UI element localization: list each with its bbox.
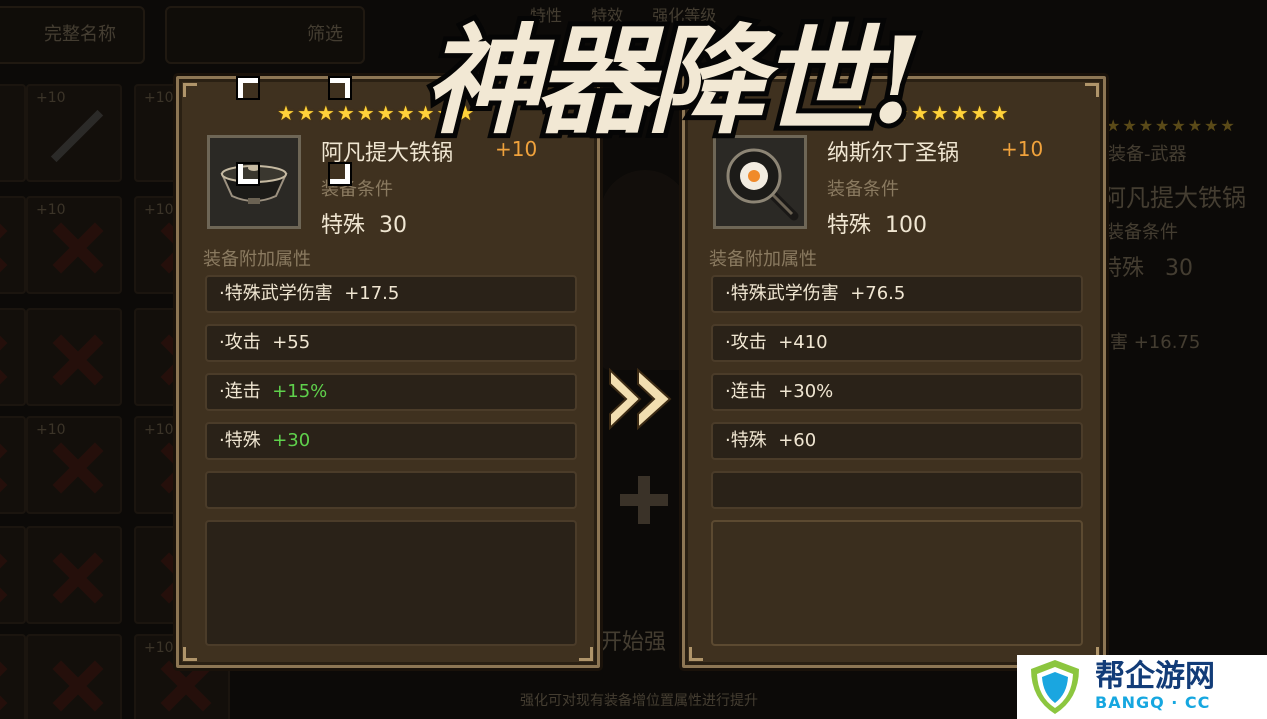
watermark-url: BANGQ · CC — [1095, 693, 1211, 712]
double-arrow-icon — [609, 368, 672, 430]
inventory-slot[interactable] — [0, 526, 26, 624]
watermark-title: 帮企游网 — [1095, 659, 1215, 694]
attribute-value: +76.5 — [850, 283, 906, 304]
description-box — [711, 520, 1083, 646]
focus-bracket — [330, 164, 350, 184]
star-icon: ★ — [316, 101, 335, 125]
inventory-slot[interactable]: +10 — [26, 84, 122, 182]
inventory-slot[interactable] — [0, 196, 26, 294]
slot-level: +10 — [36, 90, 66, 106]
bonus-attribute-list: ·特殊武学伤害 +76.5 ·攻击 +410 ·连击 +30% ·特殊 +60 — [711, 275, 1083, 520]
slot-level: +10 — [144, 640, 174, 656]
headline-text: 神器降世! — [423, 11, 917, 150]
attribute-name: ·连击 — [219, 381, 261, 402]
star-icon: ★ — [990, 101, 1009, 125]
full-name-filter[interactable]: 完整名称 — [0, 6, 145, 64]
star-icon: ★ — [970, 101, 989, 125]
full-name-filter-label: 完整名称 — [44, 24, 116, 45]
attribute-name: ·连击 — [725, 381, 767, 402]
attribute-name: ·攻击 — [725, 332, 767, 353]
headline-calligraphy: 神器降世! — [418, 6, 928, 155]
filter-button[interactable]: 筛选 — [165, 6, 365, 64]
side-panel-req: 特殊 30 — [1100, 250, 1193, 282]
star-icon: ★ — [356, 101, 375, 125]
attribute-value: +60 — [778, 430, 817, 451]
slot-level: +10 — [144, 90, 174, 106]
footer-hint: 强化可对现有装备增位置属性进行提升 — [520, 693, 758, 709]
attribute-row: ·攻击 +410 — [711, 324, 1083, 362]
star-icon: ★ — [277, 101, 295, 125]
inventory-slot[interactable]: +10 — [26, 416, 122, 514]
requirement-label: 装备条件 — [827, 179, 899, 200]
bonus-attributes-title: 装备附加属性 — [203, 249, 311, 270]
slot-level: +10 — [36, 202, 66, 218]
requirement-value: 30 — [379, 213, 408, 238]
new-item-card: ★ ★ ★ ★ ★ ★ ★ ★ 纳斯尔丁圣锅 +10 装备条件 特殊 100 装备附加属性 ·特… — [682, 76, 1106, 668]
inventory-slot[interactable]: +10 — [26, 196, 122, 294]
attribute-name: ·特殊武学伤害 — [219, 283, 333, 304]
star-icon: ★ — [336, 101, 355, 125]
inventory-slot[interactable] — [0, 308, 26, 406]
attribute-row: ·连击 +30% — [711, 373, 1083, 411]
attribute-row: ·特殊武学伤害 +76.5 — [711, 275, 1083, 313]
attribute-row-empty — [205, 471, 577, 509]
side-panel-stars: ★★★★★★★★ — [1106, 116, 1237, 135]
side-panel-req-label: 装备条件 — [1106, 222, 1178, 243]
attribute-row: ·特殊 +60 — [711, 422, 1083, 460]
attribute-name: ·攻击 — [219, 332, 261, 353]
attribute-name: ·特殊武学伤害 — [725, 283, 839, 304]
focus-bracket — [238, 78, 258, 98]
attribute-value: +30 — [272, 430, 311, 451]
slot-level: +10 — [144, 202, 174, 218]
slot-level: +10 — [36, 422, 66, 438]
description-box — [205, 520, 577, 646]
requirement: 特殊 100 — [827, 207, 927, 239]
inventory-slot[interactable]: +10 — [0, 84, 26, 182]
inventory-slot[interactable] — [26, 526, 122, 624]
attribute-row: ·攻击 +55 — [205, 324, 577, 362]
attribute-name: ·特殊 — [219, 430, 261, 451]
inventory-slot[interactable] — [0, 416, 26, 514]
inventory-slot[interactable] — [26, 308, 122, 406]
attribute-row: ·特殊武学伤害 +17.5 — [205, 275, 577, 313]
bonus-attributes-title: 装备附加属性 — [709, 249, 817, 270]
attribute-row: ·特殊 +30 — [205, 422, 577, 460]
side-panel-req-stat: 特殊 — [1100, 256, 1145, 281]
attribute-value: +55 — [272, 332, 311, 353]
inventory-slot[interactable] — [26, 634, 122, 719]
site-watermark: 帮企游网 BANGQ · CC — [1017, 655, 1267, 719]
side-panel-type: 装备-武器 — [1108, 144, 1187, 165]
shield-logo-icon — [1031, 660, 1079, 714]
plus-icon — [620, 476, 668, 524]
staff-icon — [50, 109, 104, 163]
side-panel-stat: 害 +16.75 — [1110, 332, 1201, 353]
character-portrait — [600, 170, 690, 370]
slot-level: +10 — [144, 422, 174, 438]
side-panel-req-value: 30 — [1165, 256, 1194, 281]
bonus-attribute-list: ·特殊武学伤害 +17.5 ·攻击 +55 ·连击 +15% ·特殊 +30 — [205, 275, 577, 520]
attribute-row-empty — [711, 471, 1083, 509]
item-level: +10 — [1001, 137, 1044, 161]
focus-bracket — [330, 78, 350, 98]
filter-button-label: 筛选 — [307, 24, 343, 45]
attribute-value: +15% — [272, 381, 328, 402]
requirement-stat: 特殊 — [321, 213, 366, 238]
inventory-slot[interactable] — [0, 634, 26, 719]
star-icon: ★ — [296, 101, 315, 125]
attribute-value: +30% — [778, 381, 834, 402]
attribute-value: +17.5 — [344, 283, 400, 304]
side-panel-item-name: 阿凡提大铁锅 — [1102, 184, 1246, 212]
requirement: 特殊 30 — [321, 207, 407, 239]
attribute-name: ·特殊 — [725, 430, 767, 451]
requirement-value: 100 — [885, 213, 928, 238]
start-enhance-button[interactable]: 开始强 — [600, 624, 666, 656]
attribute-row: ·连击 +15% — [205, 373, 577, 411]
requirement-stat: 特殊 — [827, 213, 872, 238]
focus-bracket — [238, 164, 258, 184]
attribute-value: +410 — [778, 332, 828, 353]
